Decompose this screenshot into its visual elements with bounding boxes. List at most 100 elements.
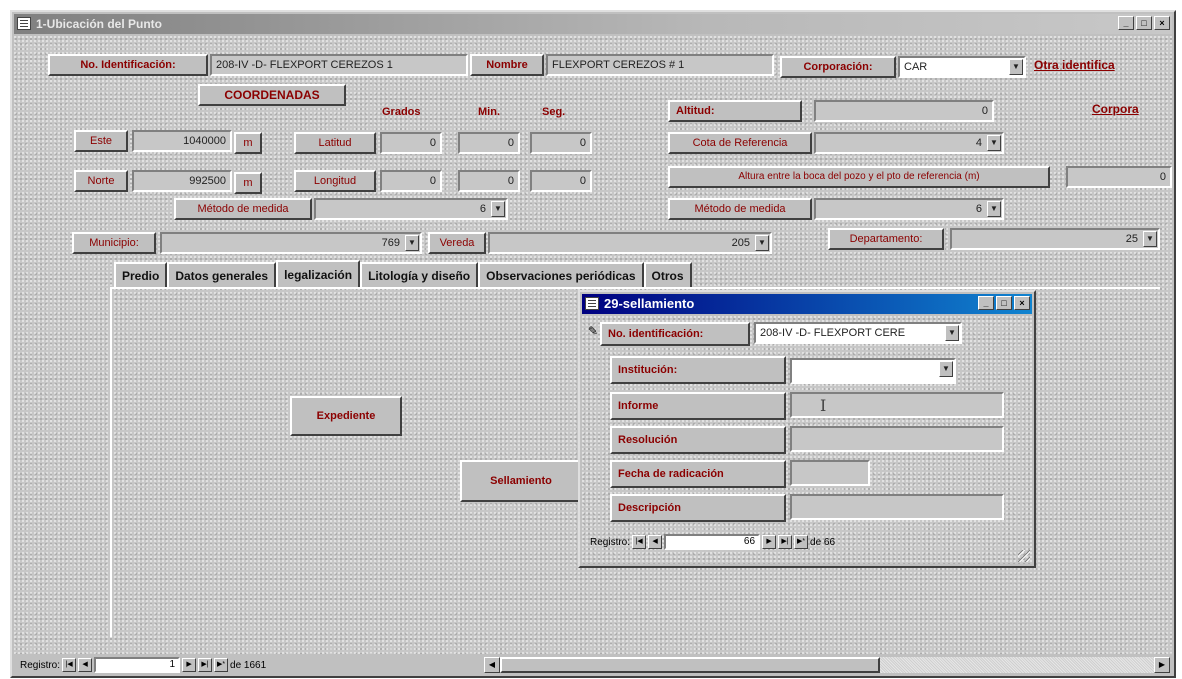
new-record-icon[interactable]: ▶*	[214, 658, 229, 672]
chevron-down-icon[interactable]: ▼	[987, 135, 1001, 151]
chevron-down-icon[interactable]: ▼	[491, 201, 505, 217]
cota-value: 4	[975, 137, 982, 149]
scroll-right-icon[interactable]: ▶	[1154, 657, 1170, 673]
resolucion-label[interactable]: Resolución	[610, 426, 786, 454]
metodo-medida-alt-select[interactable]: 6 ▼	[814, 198, 1004, 220]
scroll-left-icon[interactable]: ◀	[484, 657, 500, 673]
next-record-icon[interactable]: ▶	[762, 535, 777, 549]
vereda-select[interactable]: 205 ▼	[488, 232, 772, 254]
first-record-icon[interactable]: |◀	[632, 535, 647, 549]
resolucion-field[interactable]	[790, 426, 1004, 452]
restore-button[interactable]: □	[1136, 16, 1152, 30]
sellamiento-button[interactable]: Sellamiento	[460, 460, 582, 502]
sub-record-input[interactable]: 66	[664, 534, 761, 550]
institucion-select[interactable]: ▼	[790, 358, 956, 384]
chevron-down-icon[interactable]: ▼	[1143, 231, 1157, 247]
otra-identificacion-label[interactable]: Otra identifica	[1034, 58, 1115, 72]
chevron-down-icon[interactable]: ▼	[945, 325, 959, 341]
nombre-field[interactable]: FLEXPORT CEREZOS # 1	[546, 54, 774, 76]
subform-minimize-button[interactable]: _	[978, 296, 994, 310]
tab-predio[interactable]: Predio	[114, 262, 168, 288]
id-label[interactable]: No. Identificación:	[48, 54, 208, 76]
first-record-icon[interactable]: |◀	[62, 658, 77, 672]
scroll-thumb[interactable]	[500, 657, 880, 673]
prev-record-icon[interactable]: ◀	[648, 535, 663, 549]
chevron-down-icon[interactable]: ▼	[755, 235, 769, 251]
latitud-label[interactable]: Latitud	[294, 132, 376, 154]
metodo-medida-label[interactable]: Método de medida	[174, 198, 312, 220]
window-titlebar[interactable]: 1-Ubicación del Punto _ □ ×	[14, 14, 1172, 34]
lon-seg-field[interactable]: 0	[530, 170, 592, 192]
resize-grip-icon[interactable]	[1018, 550, 1030, 562]
id-field[interactable]: 208-IV -D- FLEXPORT CEREZOS 1	[210, 54, 468, 76]
municipio-select[interactable]: 769 ▼	[160, 232, 422, 254]
prev-record-icon[interactable]: ◀	[78, 658, 93, 672]
cota-label[interactable]: Cota de Referencia	[668, 132, 812, 154]
altitud-field[interactable]: 0	[814, 100, 994, 122]
close-button[interactable]: ×	[1154, 16, 1170, 30]
horizontal-scrollbar[interactable]: ◀ ▶	[484, 657, 1170, 673]
tab-datos-generales[interactable]: Datos generales	[167, 262, 277, 288]
descripcion-label[interactable]: Descripción	[610, 494, 786, 522]
chevron-down-icon[interactable]: ▼	[405, 235, 419, 251]
altura-label[interactable]: Altura entre la boca del pozo y el pto d…	[668, 166, 1050, 188]
altura-field[interactable]: 0	[1066, 166, 1172, 188]
form-icon	[585, 297, 599, 310]
expediente-button[interactable]: Expediente	[290, 396, 402, 436]
informe-label[interactable]: Informe	[610, 392, 786, 420]
tab-observaciones[interactable]: Observaciones periódicas	[478, 262, 644, 288]
next-record-icon[interactable]: ▶	[182, 658, 197, 672]
subform-body: ✎ No. identificación: 208-IV -D- FLEXPOR…	[582, 316, 1032, 564]
este-unit: m	[234, 132, 262, 154]
lat-grados-field[interactable]: 0	[380, 132, 442, 154]
norte-label[interactable]: Norte	[74, 170, 128, 192]
minimize-button[interactable]: _	[1118, 16, 1134, 30]
vereda-label[interactable]: Vereda	[428, 232, 486, 254]
corporacion-label[interactable]: Corporación:	[780, 56, 896, 78]
corporacion-select[interactable]: CAR ▼	[898, 56, 1026, 78]
departamento-label[interactable]: Departamento:	[828, 228, 944, 250]
tab-otros[interactable]: Otros	[643, 262, 692, 288]
col-min: Min.	[478, 106, 500, 118]
norte-field[interactable]: 992500	[132, 170, 232, 192]
lat-seg-field[interactable]: 0	[530, 132, 592, 154]
municipio-label[interactable]: Municipio:	[72, 232, 156, 254]
nombre-label[interactable]: Nombre	[470, 54, 544, 76]
lon-grados-field[interactable]: 0	[380, 170, 442, 192]
este-label[interactable]: Este	[74, 130, 128, 152]
subform-restore-button[interactable]: □	[996, 296, 1012, 310]
altitud-label[interactable]: Altitud:	[668, 100, 802, 122]
chevron-down-icon[interactable]: ▼	[987, 201, 1001, 217]
window-title: 1-Ubicación del Punto	[36, 17, 163, 31]
corpora-label[interactable]: Corpora	[1092, 102, 1139, 116]
metodo-medida-alt-label[interactable]: Método de medida	[668, 198, 812, 220]
last-record-icon[interactable]: ▶|	[198, 658, 213, 672]
tab-litologia-diseno[interactable]: Litología y diseño	[360, 262, 479, 288]
tab-legalizacion[interactable]: legalización	[276, 260, 361, 288]
cota-select[interactable]: 4 ▼	[814, 132, 1004, 154]
sub-record-count: de 66	[810, 536, 836, 548]
fecha-radicacion-field[interactable]	[790, 460, 870, 486]
sub-id-value: 208-IV -D- FLEXPORT CERE	[760, 327, 906, 339]
chevron-down-icon[interactable]: ▼	[939, 361, 953, 377]
form-icon	[17, 17, 31, 30]
chevron-down-icon[interactable]: ▼	[1009, 59, 1023, 75]
sub-id-select[interactable]: 208-IV -D- FLEXPORT CERE ▼	[754, 322, 962, 344]
subform-close-button[interactable]: ×	[1014, 296, 1030, 310]
sub-id-label[interactable]: No. identificación:	[600, 322, 750, 346]
descripcion-field[interactable]	[790, 494, 1004, 520]
este-field[interactable]: 1040000	[132, 130, 232, 152]
institucion-label[interactable]: Institución:	[610, 356, 786, 384]
longitud-label[interactable]: Longitud	[294, 170, 376, 192]
last-record-icon[interactable]: ▶|	[778, 535, 793, 549]
fecha-radicacion-label[interactable]: Fecha de radicación	[610, 460, 786, 488]
main-record-input[interactable]: 1	[94, 657, 181, 673]
metodo-medida-select[interactable]: 6 ▼	[314, 198, 508, 220]
subform-titlebar[interactable]: 29-sellamiento _ □ ×	[582, 294, 1032, 314]
lat-min-field[interactable]: 0	[458, 132, 520, 154]
metodo-medida-value: 6	[479, 203, 486, 215]
departamento-select[interactable]: 25 ▼	[950, 228, 1160, 250]
metodo-medida-alt-value: 6	[975, 203, 982, 215]
lon-min-field[interactable]: 0	[458, 170, 520, 192]
new-record-icon[interactable]: ▶*	[794, 535, 809, 549]
